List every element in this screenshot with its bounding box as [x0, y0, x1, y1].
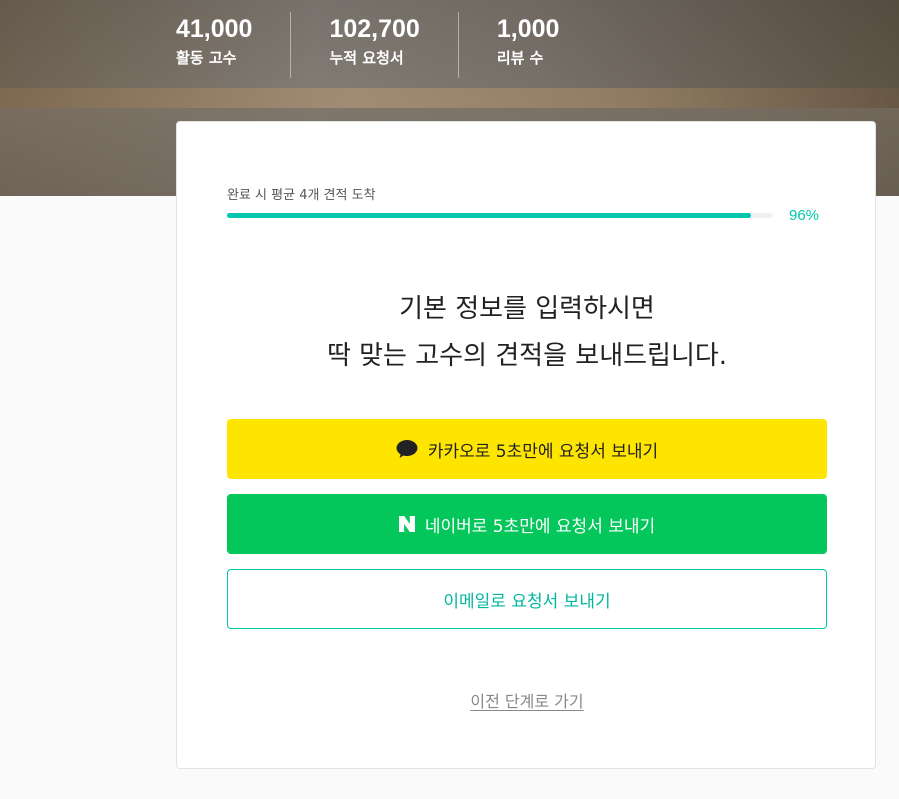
email-request-button[interactable]: 이메일로 요청서 보내기: [227, 569, 827, 629]
progress-label: 완료 시 평균 4개 견적 도착: [227, 188, 376, 203]
progress-fill: [227, 213, 752, 218]
headline-line-1: 기본 정보를 입력하시면: [399, 294, 655, 324]
stat-value: 1,000: [496, 15, 560, 43]
previous-step-link[interactable]: 이전 단계로 가기: [177, 688, 877, 712]
headline-line-2: 딱 맞는 고수의 견적을 보내드립니다.: [326, 341, 728, 371]
stat-reviews: 1,000 리뷰 수: [457, 12, 598, 78]
naver-button-label: 네이버로 5초만에 요청서 보내기: [424, 516, 656, 537]
stat-label: 누적 요청서: [329, 49, 404, 67]
email-button-label: 이메일로 요청서 보내기: [443, 591, 611, 612]
stat-value: 102,700: [329, 15, 420, 43]
progress-percent: 96%: [789, 207, 820, 224]
headline: 기본 정보를 입력하시면 딱 맞는 고수의 견적을 보내드립니다.: [177, 286, 877, 380]
stat-value: 41,000: [176, 15, 253, 43]
hero-background-counter: [0, 88, 899, 108]
stat-label: 활동 고수: [176, 49, 237, 67]
request-card: 완료 시 평균 4개 견적 도착 96% 기본 정보를 입력하시면 딱 맞는 고…: [176, 121, 876, 769]
stat-label: 리뷰 수: [496, 49, 544, 67]
kakao-button-label: 카카오로 5초만에 요청서 보내기: [427, 441, 659, 462]
stat-active-pros: 41,000 활동 고수: [176, 12, 290, 78]
progress-bar: [227, 213, 773, 218]
naver-n-icon: [398, 516, 415, 532]
speech-bubble-icon: [396, 439, 418, 459]
naver-request-button[interactable]: 네이버로 5초만에 요청서 보내기: [227, 494, 827, 554]
kakao-request-button[interactable]: 카카오로 5초만에 요청서 보내기: [227, 419, 827, 479]
stat-total-requests: 102,700 누적 요청서: [290, 12, 457, 78]
stats-bar: 41,000 활동 고수 102,700 누적 요청서 1,000 리뷰 수: [176, 12, 597, 78]
